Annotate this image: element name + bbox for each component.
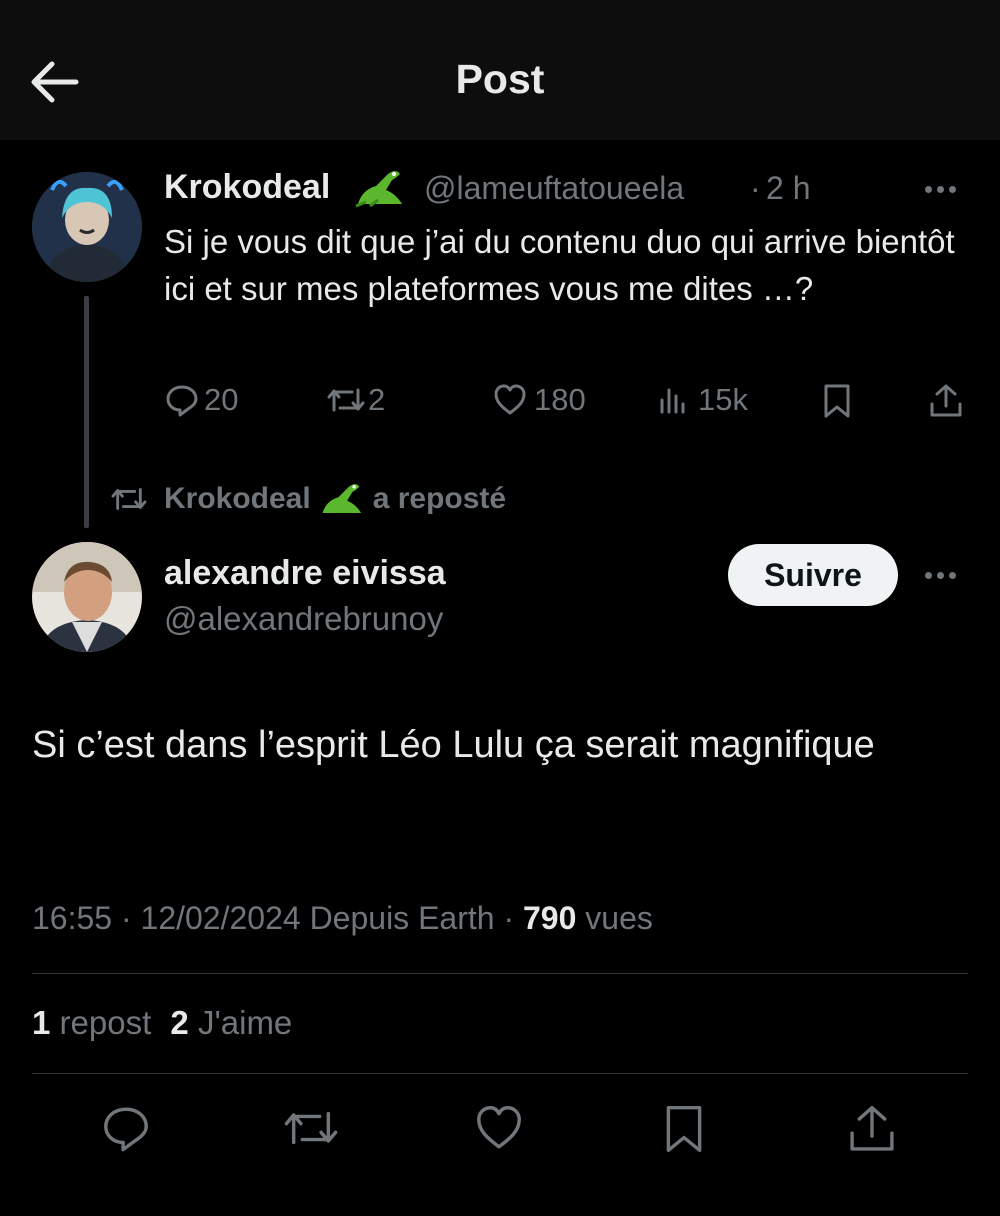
share-button[interactable] <box>928 382 964 420</box>
author-handle[interactable]: @alexandrebrunoy <box>164 600 443 638</box>
avatar[interactable] <box>32 542 142 652</box>
post-date: 12/02/2024 <box>140 900 301 936</box>
bookmark-button[interactable] <box>822 382 852 420</box>
meta-separator: · <box>120 900 132 936</box>
likes-count: 2 <box>170 1004 189 1041</box>
quoted-author-name[interactable]: Krokodeal <box>164 168 330 207</box>
stats-row: 1 repost 2 J'aime <box>32 1004 292 1042</box>
post-time: 16:55 <box>32 900 113 936</box>
meta-separator: · <box>750 170 761 206</box>
post-meta: 16:55 · 12/02/2024 Depuis Earth · 790 vu… <box>32 900 653 937</box>
reposts-stat[interactable]: 1 repost <box>32 1004 160 1041</box>
crocodile-emoji <box>352 164 406 217</box>
like-button[interactable]: 180 <box>492 382 586 418</box>
like-button[interactable] <box>472 1102 526 1159</box>
repost-button[interactable] <box>282 1102 340 1159</box>
views-count: 790 <box>522 900 577 936</box>
repost-icon <box>284 1111 338 1145</box>
views-button[interactable]: 15k <box>658 382 748 418</box>
views-label: vues <box>585 900 653 936</box>
reply-icon <box>104 1107 148 1152</box>
heart-icon <box>494 384 526 415</box>
likes-label: J'aime <box>197 1004 293 1041</box>
bookmark-icon <box>824 384 850 418</box>
author-name[interactable]: alexandre eivissa <box>164 554 446 593</box>
divider <box>32 1073 968 1074</box>
divider <box>32 973 968 974</box>
views-count: 15k <box>698 382 748 417</box>
thread-line <box>84 296 89 528</box>
repost-banner[interactable]: Krokodeal a reposté <box>110 478 506 520</box>
reply-icon <box>166 385 198 417</box>
like-count: 180 <box>534 382 586 417</box>
reply-button[interactable]: 20 <box>164 382 238 418</box>
meta-separator: · <box>503 900 515 936</box>
crocodile-emoji <box>322 484 361 513</box>
repost-icon <box>327 388 365 412</box>
bookmark-icon <box>666 1105 702 1153</box>
page-title: Post <box>455 56 545 102</box>
reply-count: 20 <box>204 382 239 417</box>
quoted-author-handle[interactable]: @lameuftatoueela <box>424 170 684 207</box>
repost-banner-name: Krokodeal <box>164 482 311 515</box>
reposts-count: 1 <box>32 1004 51 1041</box>
views-icon <box>660 388 685 414</box>
heart-icon <box>477 1106 521 1149</box>
more-icon[interactable] <box>925 186 956 193</box>
likes-stat[interactable]: 2 J'aime <box>170 1004 292 1041</box>
more-icon[interactable] <box>925 572 956 579</box>
reply-button[interactable] <box>100 1102 152 1159</box>
repost-banner-suffix: a reposté <box>372 482 507 515</box>
share-icon <box>930 384 962 417</box>
reposts-label: repost <box>59 1004 152 1041</box>
share-icon <box>850 1105 894 1151</box>
top-bar: Post <box>0 0 1000 140</box>
repost-count: 2 <box>368 382 386 417</box>
share-button[interactable] <box>846 1102 898 1161</box>
bookmark-button[interactable] <box>662 1102 706 1161</box>
follow-button[interactable]: Suivre <box>728 544 898 606</box>
post-text[interactable]: Si c’est dans l’esprit Léo Lulu ça serai… <box>32 716 962 774</box>
post-source: Depuis Earth <box>309 900 495 936</box>
avatar[interactable] <box>32 172 142 282</box>
repost-icon <box>111 488 147 510</box>
repost-button[interactable]: 2 <box>326 382 385 418</box>
quoted-tweet-text[interactable]: Si je vous dit que j’ai du contenu duo q… <box>164 218 964 312</box>
quoted-time: 2 h <box>766 170 811 206</box>
